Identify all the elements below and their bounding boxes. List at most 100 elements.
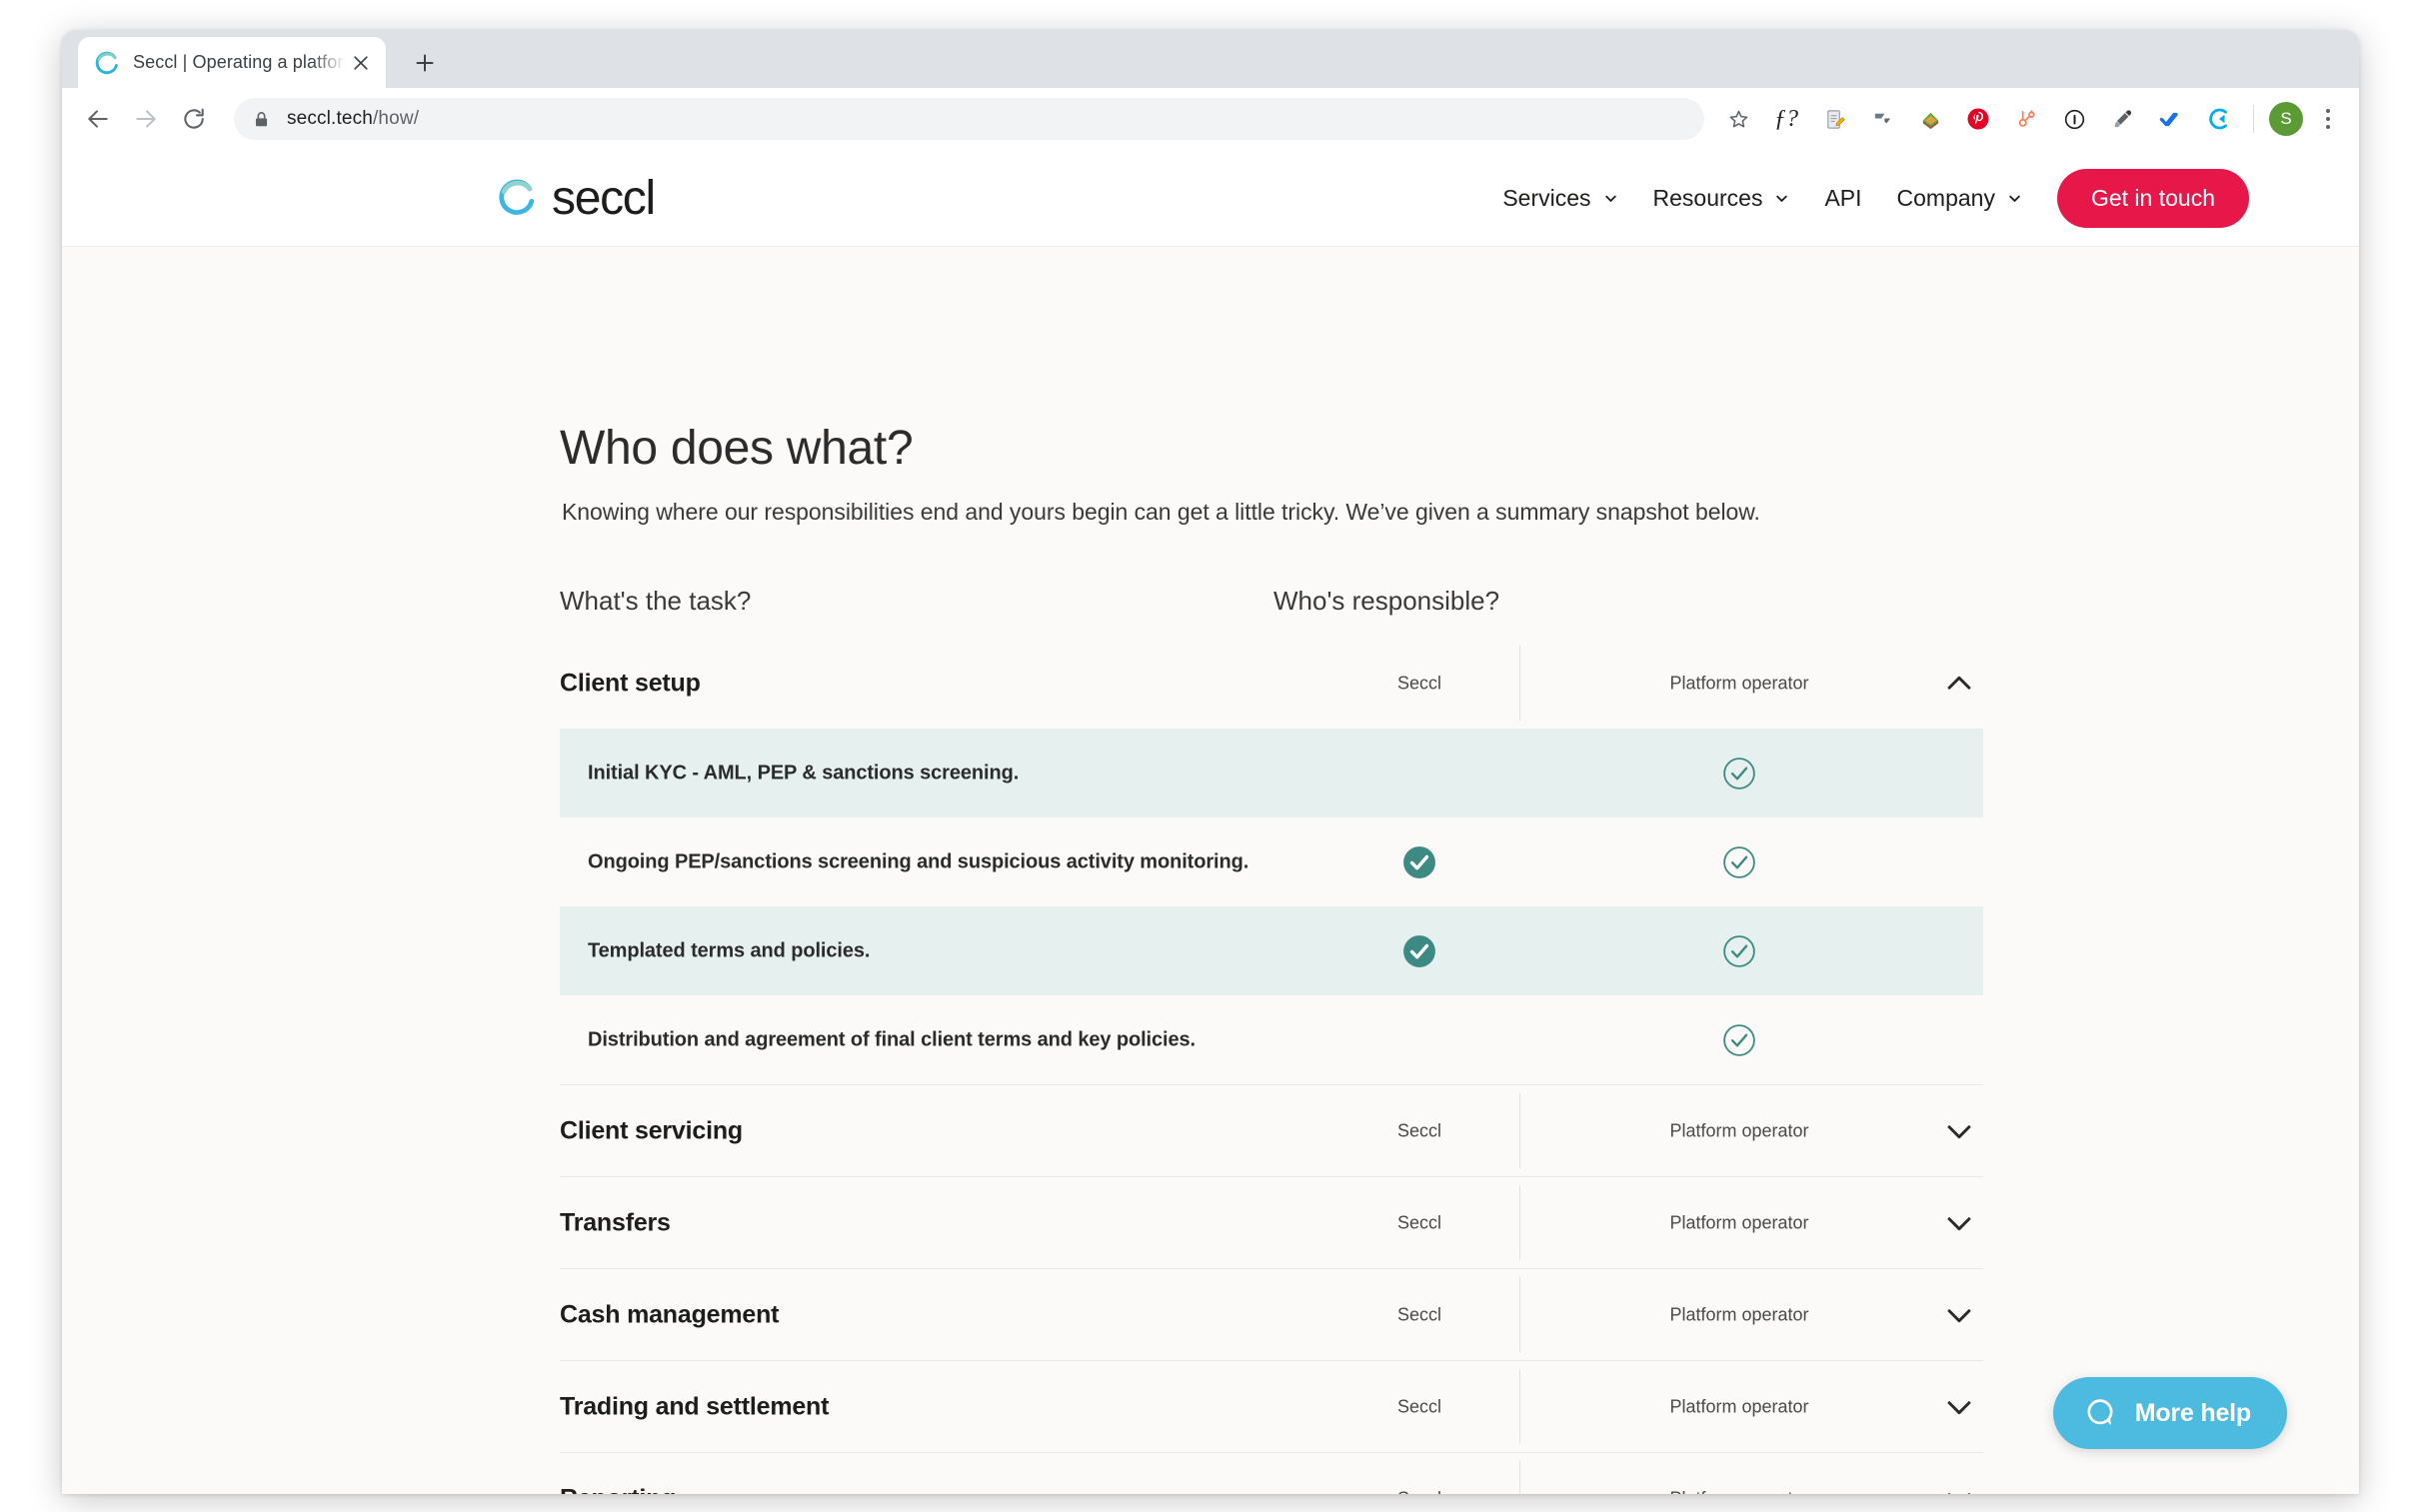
reload-icon [184,108,204,129]
chevron-down-icon [1603,191,1618,206]
chevron-down-icon [2007,191,2022,206]
more-help-chat-button[interactable]: More help [2052,1377,2287,1449]
column-divider [1519,1185,1520,1260]
column-header-responsible: Who's responsible? [1273,586,1500,616]
nav-item-services[interactable]: Services [1502,185,1617,212]
column-label-platform-operator: Platform operator [1589,1488,1889,1494]
accordion-groups: Client setup Seccl Platform operator Initia… [560,638,1983,1494]
cell-seccl [1319,754,1519,793]
accordion-group-header[interactable]: Trading and settlement Seccl Platform oper… [560,1360,1983,1452]
table-row: Initial KYC - AML, PEP & sanctions scree… [560,729,1983,817]
avatar[interactable]: S [2269,102,2303,136]
kebab-menu-icon[interactable] [2311,98,2345,140]
cell-seccl [1319,1020,1519,1060]
column-label-seccl: Seccl [1396,1304,1441,1324]
nav-item-api[interactable]: API [1824,185,1861,212]
chevron-down-icon [1942,1298,1976,1332]
check-outline-icon [1722,756,1756,790]
nav-item-company[interactable]: Company [1897,185,2022,212]
table-row: Ongoing PEP/sanctions screening and susp… [560,817,1983,906]
chevron-down-icon [1942,1114,1976,1148]
accordion-group-title: Transfers [560,1208,671,1236]
column-label-platform-operator: Platform operator [1669,1396,1809,1416]
accordion-group: Reporting Seccl Platform operator [560,1452,1983,1494]
seccl-circle-logo-icon [496,177,538,219]
kissmetrics-extension-icon[interactable] [2197,98,2239,140]
column-label-seccl: Seccl [1319,1488,1519,1494]
new-tab-button[interactable] [406,44,444,82]
accordion-group-header[interactable]: Cash management Seccl Platform operator [560,1268,1983,1360]
expand-toggle-button[interactable] [1935,1107,1983,1155]
nav-label: Services [1502,184,1591,211]
page-subtitle: Knowing where our responsibilities end a… [562,499,1760,525]
pocket-extension-icon[interactable] [1861,98,1903,140]
toolbar-icon-group: ƒ? S [1714,98,2345,140]
f-question-extension-icon[interactable]: ƒ? [1765,98,1807,140]
cell-platform-operator [1589,931,1889,971]
accordion-group-title: Client setup [560,669,701,697]
tab-strip: Seccl | Operating a platform - [62,30,2359,88]
table-header-row: What's the task? Who's responsible? [560,586,1983,638]
accordion-group-header[interactable]: Reporting Seccl Platform operator [560,1452,1983,1494]
chevron-down-icon [1942,1482,1976,1494]
accordion-group-header[interactable]: Client servicing Seccl Platform operator [560,1084,1983,1176]
eyedropper-extension-icon[interactable] [2101,98,2143,140]
expand-toggle-button[interactable] [1935,1291,1983,1339]
site-logo-text: seccl [552,171,656,225]
document-edit-extension-icon[interactable] [1813,98,1855,140]
expand-toggle-button[interactable] [1935,1383,1983,1431]
reload-button[interactable] [172,97,216,141]
pinterest-extension-icon[interactable] [1957,98,1999,140]
arrow-right-icon [136,110,156,128]
column-label-seccl: Seccl [1396,673,1441,693]
check-outline-icon [1722,845,1756,879]
main-nav: Services Resources API Company Get in to… [1502,168,2249,228]
cell-seccl [1319,931,1519,971]
accordion-group-header[interactable]: Transfers Seccl Platform operator [560,1176,1983,1268]
responsibility-table: What's the task? Who's responsible? Clie… [560,586,1983,1494]
expand-toggle-button[interactable] [1935,1475,1983,1494]
page-title: Who does what? [560,422,914,475]
column-divider [1519,1461,1520,1494]
accordion-group-header[interactable]: Client setup Seccl Platform operator [560,638,1983,729]
table-row: Distribution and agreement of final clie… [560,995,1983,1084]
task-description: Initial KYC - AML, PEP & sanctions scree… [588,761,1020,783]
column-label-platform-operator: Platform operator [1669,1212,1809,1232]
expand-toggle-button[interactable] [1935,1199,1983,1247]
accordion-group: Client servicing Seccl Platform operator [560,1084,1983,1176]
column-divider [1519,646,1520,721]
browser-tab[interactable]: Seccl | Operating a platform - [78,37,386,88]
chevron-up-icon [1942,667,1976,701]
accordion-group: Transfers Seccl Platform operator [560,1176,1983,1268]
address-bar[interactable]: seccl.tech/how/ [234,98,1704,140]
chat-bubble-icon [2083,1396,2117,1430]
column-label-platform-operator: Platform operator [1669,1120,1809,1140]
site-logo[interactable]: seccl [496,171,656,226]
info-circle-extension-icon[interactable] [2053,98,2095,140]
honey-extension-icon[interactable] [1909,98,1951,140]
blue-check-extension-icon[interactable] [2149,98,2191,140]
get-in-touch-button[interactable]: Get in touch [2056,168,2249,228]
nav-label: Resources [1652,184,1763,211]
url-path: /how/ [372,108,420,129]
nav-item-resources[interactable]: Resources [1653,185,1790,212]
cell-platform-operator [1589,1020,1889,1060]
column-label-platform-operator: Platform operator [1669,1304,1809,1324]
seccl-logo-icon [94,50,120,76]
close-icon[interactable] [346,48,376,78]
check-filled-icon [1402,845,1436,879]
plus-icon [416,54,434,72]
collapse-toggle-button[interactable] [1935,660,1983,708]
cell-platform-operator [1589,754,1889,793]
forward-button[interactable] [124,97,168,141]
column-divider [1519,1093,1520,1168]
task-description: Ongoing PEP/sanctions screening and susp… [588,850,1249,872]
hubspot-extension-icon[interactable] [2005,98,2047,140]
bookmark-star-icon[interactable] [1717,98,1759,140]
column-divider [1519,1277,1520,1352]
browser-toolbar: seccl.tech/how/ ƒ? S [62,88,2359,150]
back-button[interactable] [76,97,120,141]
accordion-group-title: Reporting [560,1484,676,1494]
arrow-left-icon [88,110,108,128]
browser-window: Seccl | Operating a platform - seccl.tec… [62,30,2359,1494]
